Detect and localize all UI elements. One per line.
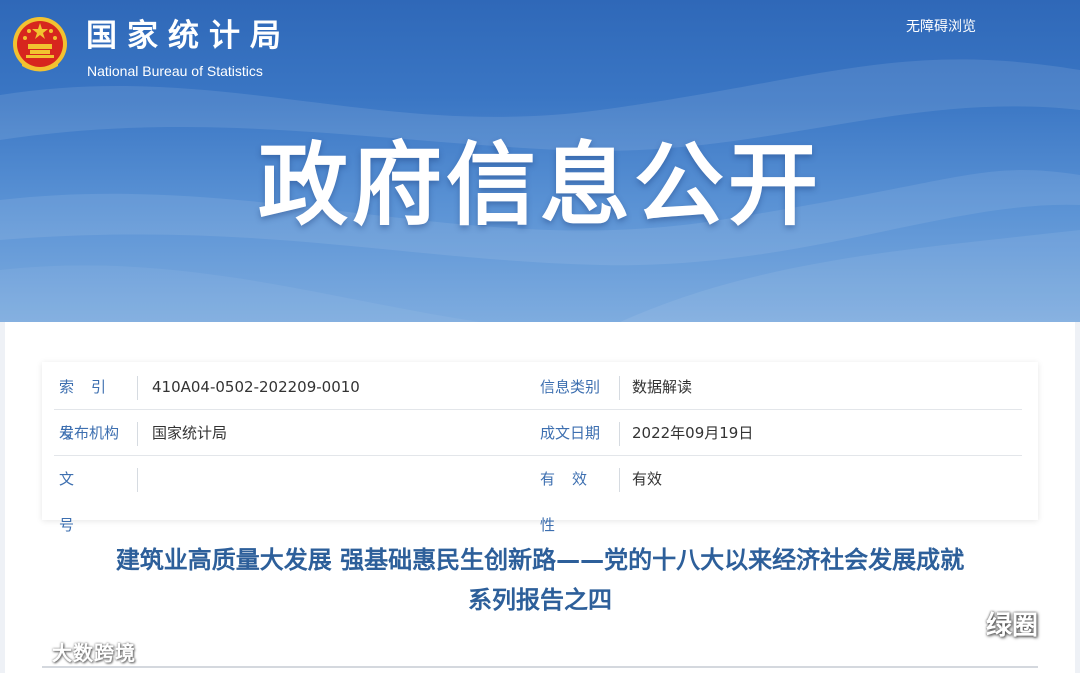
content-card: 索引号 410A04-0502-202209-0010 信息类别 数据解读 发布… xyxy=(5,322,1075,673)
article-title-line: 建筑业高质量大发展 强基础惠民生创新路——党的十八大以来经济社会发展成就 xyxy=(115,546,965,574)
info-row: 文号 有效性 有效 xyxy=(42,456,1038,534)
org-name-en[interactable]: National Bureau of Statistics xyxy=(87,63,263,79)
watermark-left: 大数跨境 xyxy=(8,637,136,666)
banner-title: 政府信息公开 xyxy=(258,133,822,238)
wechat-icon xyxy=(936,608,977,639)
index-number-value: 410A04-0502-202209-0010 xyxy=(152,378,360,396)
publisher-value: 国家统计局 xyxy=(152,424,228,442)
accessibility-link[interactable]: 无障碍浏览 xyxy=(906,16,976,36)
header-banner: 国家统计局 National Bureau of Statistics 无障碍浏… xyxy=(0,0,1080,322)
divider xyxy=(619,376,620,400)
document-number-label: 文号 xyxy=(59,456,125,534)
brand-logo-icon xyxy=(10,643,46,657)
watermark-left-text: 大数跨境 xyxy=(52,641,136,665)
divider xyxy=(137,422,138,446)
document-date-label: 成文日期 xyxy=(540,424,601,442)
divider xyxy=(619,468,620,492)
label-text: 索引号 xyxy=(59,378,124,442)
label-text: 文号 xyxy=(59,470,111,534)
article-title-line: 系列报告之四 xyxy=(468,586,612,614)
watermark-right-text: 绿圈 xyxy=(986,611,1039,641)
index-number-label: 索引号 xyxy=(59,364,125,442)
divider xyxy=(137,376,138,400)
info-row: 索引号 410A04-0502-202209-0010 信息类别 数据解读 xyxy=(42,364,1038,442)
label-text: 有效性 xyxy=(540,470,605,534)
org-name-cn[interactable]: 国家统计局 xyxy=(86,10,291,55)
validity-value: 有效 xyxy=(632,470,663,488)
watermark-right: 绿圈 xyxy=(934,605,1038,642)
article-title[interactable]: 建筑业高质量大发展 强基础惠民生创新路——党的十八大以来经济社会发展成就 系列报… xyxy=(5,540,1075,620)
info-category-label: 信息类别 xyxy=(540,378,601,396)
divider xyxy=(42,666,1038,668)
divider xyxy=(619,422,620,446)
info-category-value: 数据解读 xyxy=(632,378,693,396)
info-row: 发布机构 国家统计局 成文日期 2022年09月19日 xyxy=(42,410,1038,456)
info-table: 索引号 410A04-0502-202209-0010 信息类别 数据解读 发布… xyxy=(42,362,1038,534)
national-emblem-icon xyxy=(13,17,67,72)
validity-label: 有效性 xyxy=(540,456,606,534)
publisher-label: 发布机构 xyxy=(59,424,120,442)
document-date-value: 2022年09月19日 xyxy=(632,424,754,442)
divider xyxy=(137,468,138,492)
